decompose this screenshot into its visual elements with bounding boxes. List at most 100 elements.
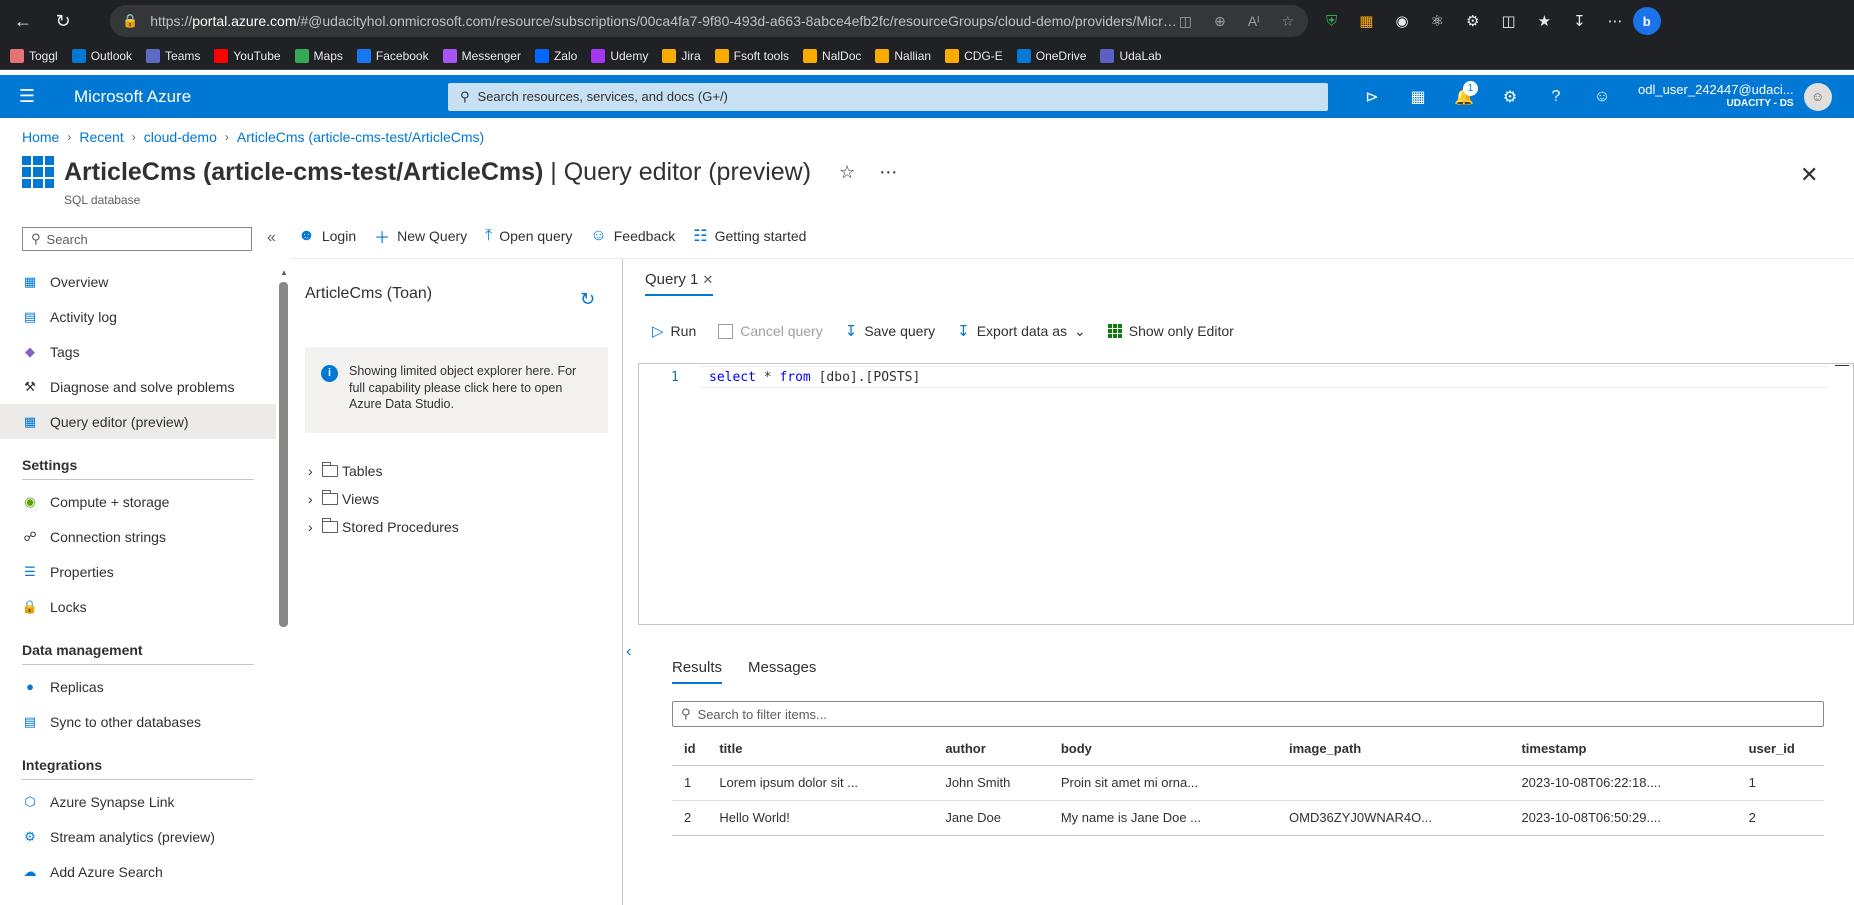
bookmark-facebook[interactable]: Facebook	[356, 48, 429, 63]
nav-item-properties[interactable]: ☰ Properties	[0, 554, 276, 589]
directory-filter-icon[interactable]: ▦	[1396, 75, 1440, 118]
column-header-user-id[interactable]: user_id	[1736, 733, 1824, 766]
bookmark-maps[interactable]: Maps	[294, 48, 343, 63]
read-aloud-icon[interactable]: Aᴵ	[1248, 13, 1260, 30]
favorite-icon[interactable]: ☆	[1281, 13, 1294, 30]
open-query-button[interactable]: ⤒ Open query	[485, 227, 572, 245]
feedback-button[interactable]: ☺ Feedback	[590, 227, 675, 245]
column-header-author[interactable]: author	[933, 733, 1049, 766]
tab-messages[interactable]: Messages	[748, 659, 816, 676]
login-button[interactable]: ☻ Login	[298, 227, 356, 245]
avatar[interactable]: ☺	[1803, 82, 1832, 111]
notifications-icon[interactable]: 🔔 1	[1442, 75, 1486, 118]
bookmark-udemy[interactable]: Udemy	[591, 48, 648, 63]
refresh-icon[interactable]: ↻	[46, 4, 80, 38]
favorite-star-icon[interactable]: ☆	[839, 162, 855, 183]
shield-extension-icon[interactable]: ⛨	[1326, 13, 1337, 30]
column-header-body[interactable]: body	[1048, 733, 1277, 766]
breadcrumb-resource-group[interactable]: cloud-demo	[144, 129, 217, 145]
extension2-icon[interactable]: ◉	[1395, 12, 1408, 30]
nav-item-tags[interactable]: ◆ Tags	[0, 334, 276, 369]
back-icon[interactable]: ←	[6, 4, 40, 38]
nav-item-query-editor[interactable]: ▦ Query editor (preview)	[0, 404, 276, 439]
cloud-shell-icon[interactable]: ⊳	[1350, 75, 1394, 118]
bookmark-messenger[interactable]: Messenger	[442, 48, 521, 63]
split-screen-icon[interactable]: ◫	[1501, 12, 1515, 30]
collapse-menu-icon[interactable]: «	[267, 229, 276, 247]
bookmark-teams[interactable]: Teams	[146, 48, 200, 63]
zoom-icon[interactable]: ⊕	[1214, 13, 1226, 30]
chevron-right-icon[interactable]: ›	[308, 491, 320, 507]
cancel-query-button[interactable]: Cancel query	[718, 323, 823, 339]
info-message[interactable]: i Showing limited object explorer here. …	[305, 347, 608, 433]
nav-item-overview[interactable]: ▦ Overview	[0, 264, 276, 299]
tree-item-stored-procedures[interactable]: › Stored Procedures	[308, 513, 459, 541]
tab-query-1[interactable]: Query 1 ✕	[645, 271, 713, 288]
address-bar[interactable]: 🔒 https://portal.azure.com/#@udacityhol.…	[110, 5, 1308, 37]
nav-item-replicas[interactable]: ● Replicas	[0, 669, 276, 704]
bookmark-zalo[interactable]: Zalo	[534, 48, 577, 63]
tree-item-views[interactable]: › Views	[308, 485, 459, 513]
downloads-icon[interactable]: ↧	[1573, 12, 1586, 30]
tree-item-tables[interactable]: › Tables	[308, 457, 459, 485]
bing-icon[interactable]: b	[1632, 7, 1661, 35]
close-icon[interactable]: ✕	[1800, 162, 1818, 188]
tab-results[interactable]: Results	[672, 659, 723, 684]
more-options-icon[interactable]: ⋯	[879, 162, 897, 183]
minimap[interactable]	[1835, 365, 1849, 366]
scrollbar-thumb[interactable]	[279, 282, 288, 627]
bookmark-naldoc[interactable]: NalDoc	[803, 48, 861, 63]
column-header-image-path[interactable]: image_path	[1277, 733, 1510, 766]
bookmark-nallian[interactable]: Nallian	[875, 48, 931, 63]
settings-gear-icon[interactable]: ⚙	[1488, 75, 1532, 118]
bookmark-toggl[interactable]: Toggl	[10, 48, 58, 63]
split-view-icon[interactable]: ◫	[1179, 13, 1192, 30]
breadcrumb-home[interactable]: Home	[22, 129, 59, 145]
extension-icon[interactable]: ▦	[1359, 12, 1373, 30]
nav-item-connection-strings[interactable]: ☍ Connection strings	[0, 519, 276, 554]
bookmark-youtube[interactable]: YouTube	[214, 48, 281, 63]
close-tab-icon[interactable]: ✕	[702, 272, 713, 288]
run-button[interactable]: ▷ Run	[652, 322, 696, 340]
show-only-editor-button[interactable]: Show only Editor	[1107, 323, 1234, 339]
scroll-up-icon[interactable]: ▲	[280, 268, 288, 277]
refresh-icon[interactable]: ↻	[580, 289, 595, 310]
breadcrumb-recent[interactable]: Recent	[79, 129, 123, 145]
bookmark-outlook[interactable]: Outlook	[71, 48, 132, 63]
bookmark-udalab[interactable]: UdaLab	[1100, 48, 1161, 63]
nav-item-stream-analytics[interactable]: ⚙ Stream analytics (preview)	[0, 819, 276, 854]
export-data-button[interactable]: ↧ Export data as ⌄	[957, 322, 1086, 341]
feedback-icon[interactable]: ☺	[1580, 75, 1624, 118]
nav-item-compute-storage[interactable]: ◉ Compute + storage	[0, 484, 276, 519]
save-query-button[interactable]: ↧ Save query	[845, 322, 935, 340]
column-header-id[interactable]: id	[672, 733, 708, 766]
results-filter-input[interactable]: ⚲ Search to filter items...	[672, 701, 1824, 727]
help-icon[interactable]: ?	[1534, 75, 1578, 118]
query-editor[interactable]: 1 select * from [dbo].[POSTS]	[638, 363, 1854, 625]
table-row[interactable]: 2 Hello World! Jane Doe My name is Jane Doe…	[672, 800, 1824, 836]
hamburger-icon[interactable]: ☰	[0, 75, 54, 118]
breadcrumb-database[interactable]: ArticleCms (article-cms-test/ArticleCms)	[237, 129, 484, 145]
nav-item-locks[interactable]: 🔒 Locks	[0, 589, 276, 624]
extensions-puzzle-icon[interactable]: ⚙	[1466, 12, 1479, 30]
nav-item-synapse-link[interactable]: ⬡ Azure Synapse Link	[0, 784, 276, 819]
table-row[interactable]: 1 Lorem ipsum dolor sit ... John Smith Proi…	[672, 765, 1824, 801]
column-header-timestamp[interactable]: timestamp	[1509, 733, 1737, 766]
bookmark-fsoft-tools[interactable]: Fsoft tools	[714, 48, 789, 63]
resource-menu-search-input[interactable]: ⚲ Search	[22, 227, 252, 251]
new-query-button[interactable]: ＋ New Query	[374, 224, 467, 248]
nav-item-diagnose[interactable]: ⚒ Diagnose and solve problems	[0, 369, 276, 404]
chevron-right-icon[interactable]: ›	[308, 519, 320, 535]
menu-dots-icon[interactable]: ⋯	[1608, 12, 1623, 30]
react-devtools-icon[interactable]: ⚛	[1431, 12, 1444, 30]
chevron-right-icon[interactable]: ›	[308, 463, 320, 479]
global-search-input[interactable]: ⚲ Search resources, services, and docs (…	[448, 82, 1328, 111]
nav-item-sync[interactable]: ▤ Sync to other databases	[0, 704, 276, 739]
nav-item-activity-log[interactable]: ▤ Activity log	[0, 299, 276, 334]
brand-title[interactable]: Microsoft Azure	[54, 87, 448, 107]
collapse-results-icon[interactable]: ‹	[626, 643, 631, 661]
getting-started-button[interactable]: ☷ Getting started	[693, 226, 806, 246]
bookmark-jira[interactable]: Jira	[662, 48, 701, 63]
code-line[interactable]: select * from [dbo].[POSTS]	[709, 370, 920, 385]
column-header-title[interactable]: title	[707, 733, 934, 766]
